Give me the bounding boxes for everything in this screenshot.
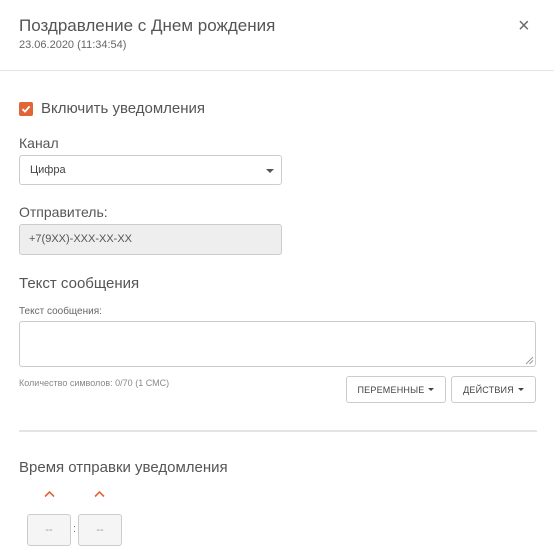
send-time-title: Время отправки уведомления	[19, 459, 228, 476]
message-textarea[interactable]	[19, 321, 536, 367]
channel-selected-value: Цифра	[30, 164, 66, 176]
minute-increment-icon[interactable]	[94, 490, 105, 498]
enable-notifications-checkbox[interactable]	[19, 101, 33, 116]
message-field-label: Текст сообщения:	[19, 306, 102, 317]
chevron-down-icon	[428, 388, 435, 391]
modal-header: Поздравление с Днем рождения 23.06.2020 …	[0, 0, 554, 71]
checkmark-icon	[21, 105, 31, 113]
enable-notifications-row[interactable]: Включить уведомления	[19, 100, 205, 117]
hours-input[interactable]: --	[27, 514, 71, 546]
message-section-title: Текст сообщения	[19, 275, 140, 292]
modal-datetime: 23.06.2020 (11:34:54)	[19, 39, 127, 51]
section-divider	[19, 430, 537, 432]
variables-button[interactable]: ПЕРЕМЕННЫЕ	[346, 376, 446, 403]
chevron-down-icon	[266, 169, 274, 173]
time-separator: :	[73, 523, 77, 535]
channel-label: Канал	[19, 135, 59, 151]
actions-button[interactable]: ДЕЙСТВИЯ	[451, 376, 536, 403]
chevron-down-icon	[517, 388, 524, 391]
modal-title: Поздравление с Днем рождения	[19, 16, 276, 35]
channel-select[interactable]: Цифра	[19, 155, 282, 185]
close-icon[interactable]: ×	[518, 16, 530, 36]
variables-button-label: ПЕРЕМЕННЫЕ	[357, 384, 425, 395]
sender-label: Отправитель:	[19, 204, 108, 220]
actions-button-label: ДЕЙСТВИЯ	[463, 384, 514, 395]
enable-notifications-label: Включить уведомления	[41, 100, 206, 117]
minutes-input[interactable]: --	[78, 514, 122, 546]
character-counter: Количество символов: 0/70 (1 СМС)	[19, 378, 170, 388]
resize-grip-icon[interactable]	[525, 356, 534, 365]
hour-increment-icon[interactable]	[44, 490, 55, 498]
sender-field: +7(9XX)-XXX-XX-XX	[19, 224, 282, 255]
